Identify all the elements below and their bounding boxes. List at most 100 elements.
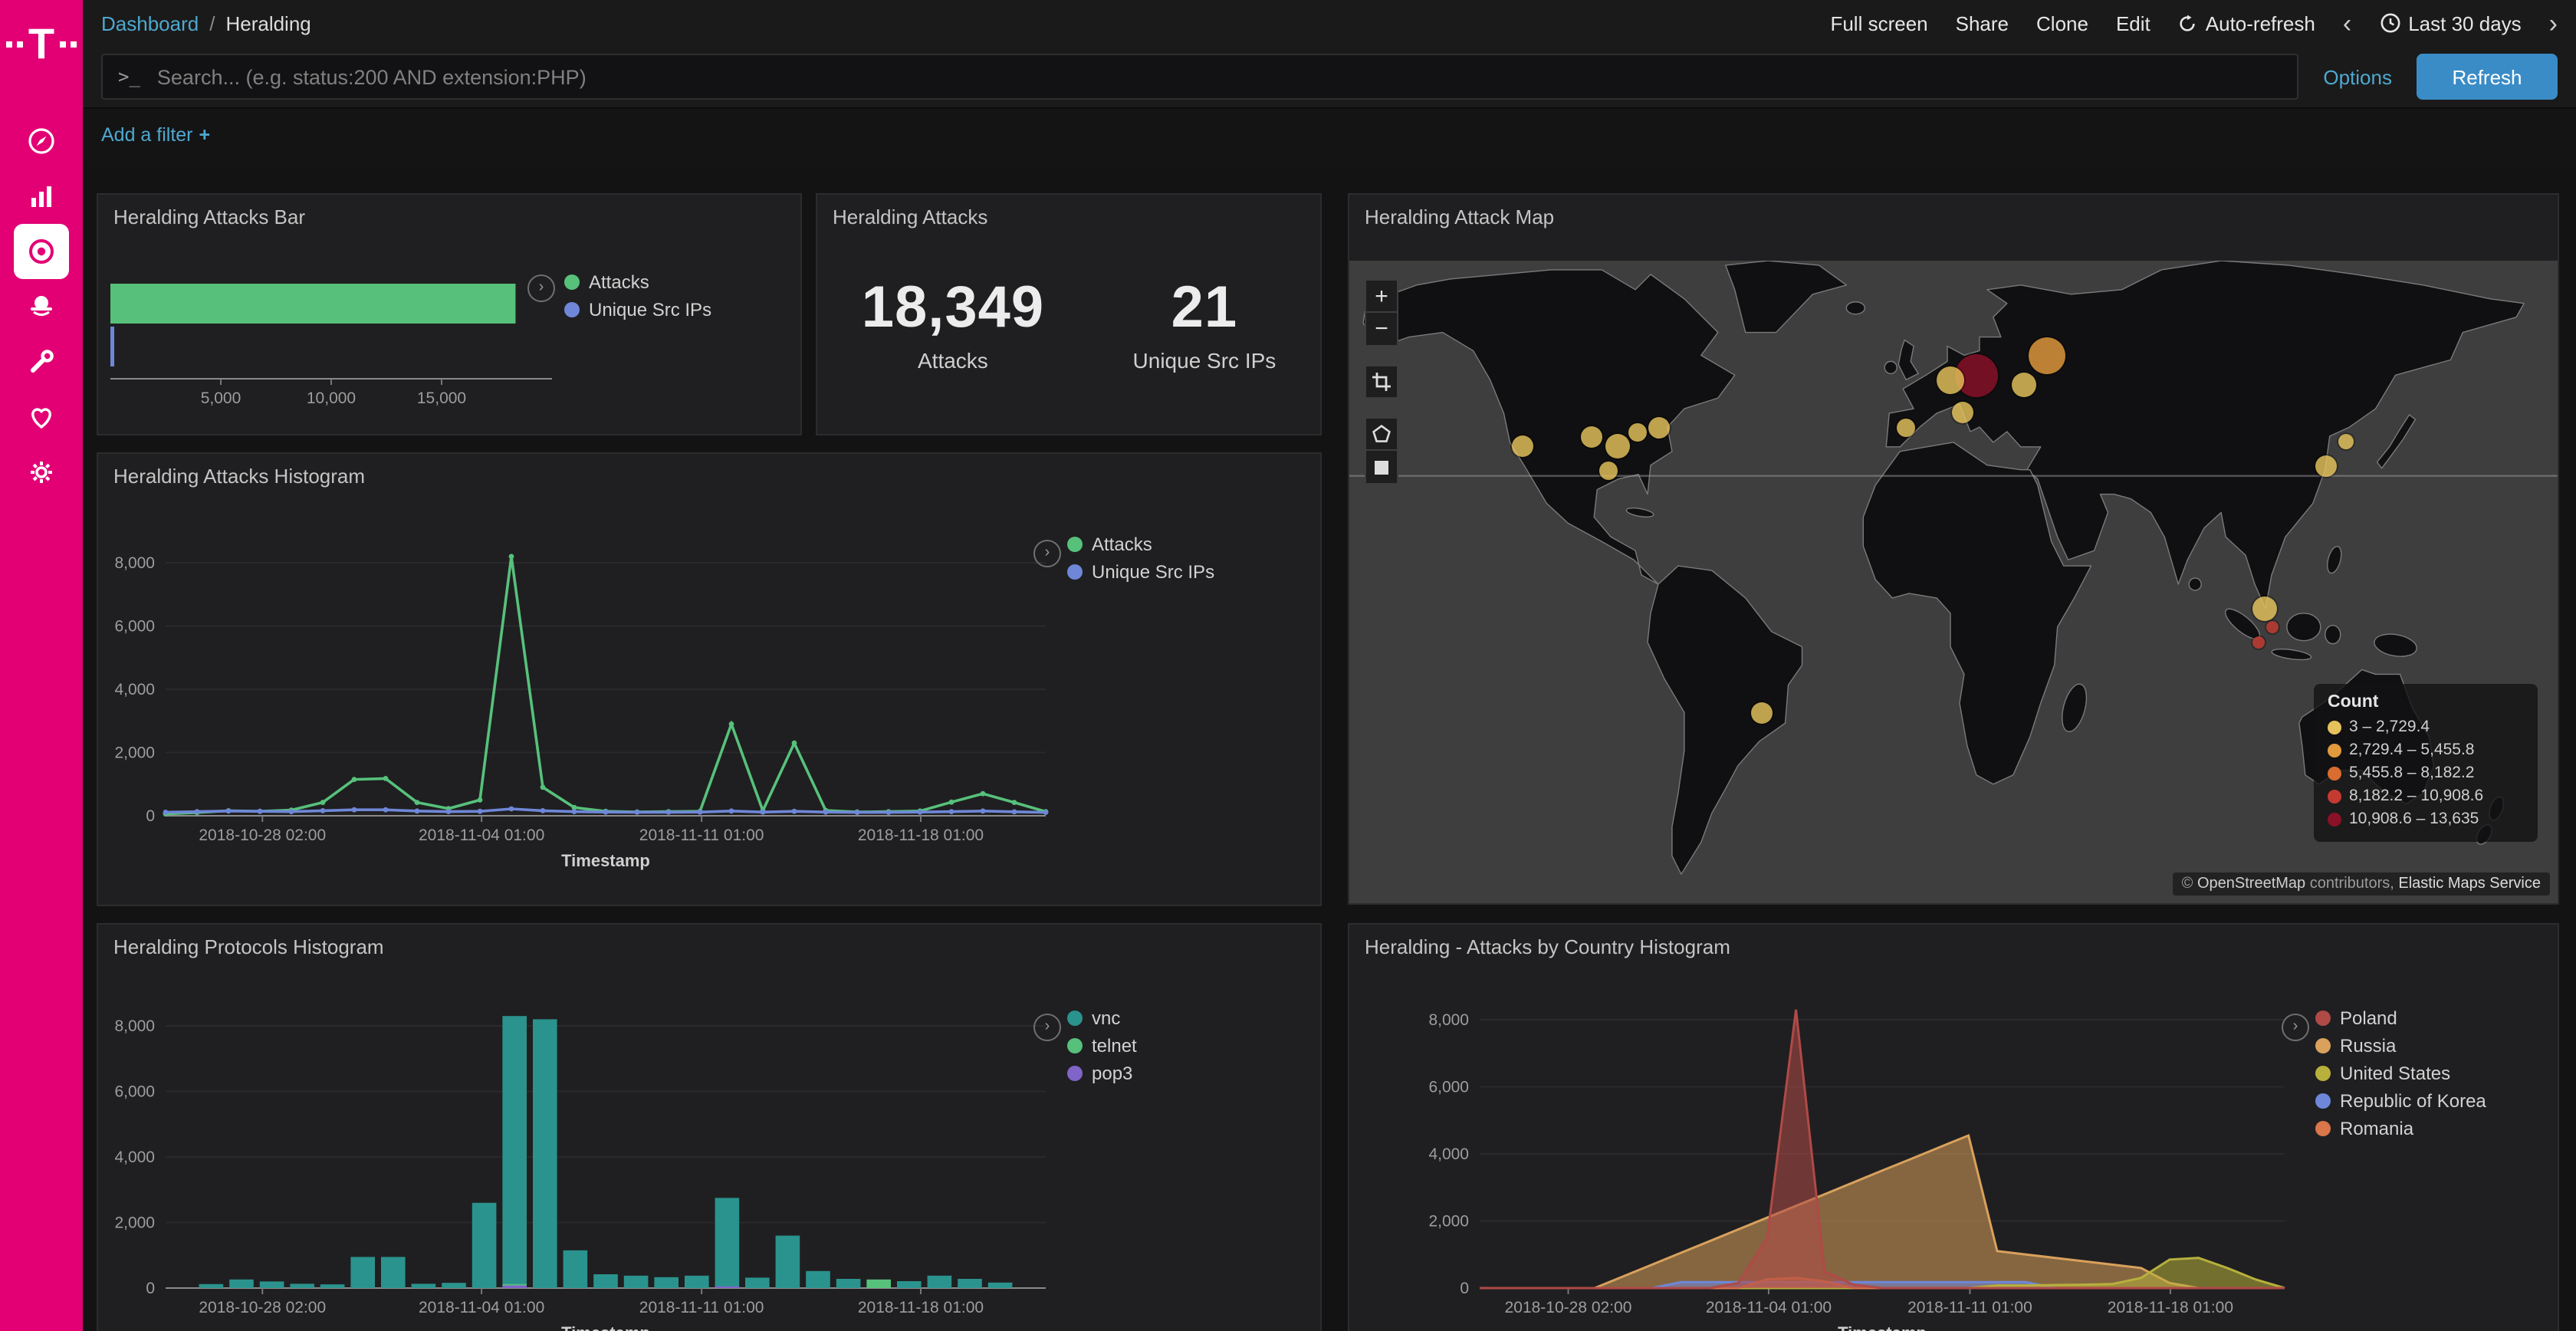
expand-legend-icon[interactable]: › xyxy=(1033,1014,1061,1041)
time-range-next-button[interactable]: › xyxy=(2549,13,2558,33)
zoom-in-button[interactable]: + xyxy=(1365,279,1398,313)
panel-attacks-metric: Heralding Attacks 18,349 Attacks 21 Uniq… xyxy=(816,193,1322,435)
map-marker[interactable] xyxy=(1629,423,1648,442)
chart-legend: Attacks Unique Src IPs xyxy=(564,271,711,327)
legend-color-dot xyxy=(2315,1066,2331,1081)
legend-item[interactable]: Russia xyxy=(2315,1035,2486,1057)
auto-refresh-button[interactable]: Auto-refresh xyxy=(2178,12,2315,35)
telekom-logo[interactable]: T xyxy=(0,18,83,71)
legend-item[interactable]: Attacks xyxy=(1067,534,1214,555)
svg-text:8,000: 8,000 xyxy=(114,1017,155,1035)
map-marker[interactable] xyxy=(1513,435,1534,457)
map-marker[interactable] xyxy=(2253,596,2278,620)
sidebar-item-compass[interactable] xyxy=(0,113,83,169)
breadcrumb-separator: / xyxy=(209,12,215,35)
svg-text:2018-10-28 02:00: 2018-10-28 02:00 xyxy=(1505,1299,1632,1316)
svg-text:2018-10-28 02:00: 2018-10-28 02:00 xyxy=(199,827,326,844)
polygon-tool-button[interactable] xyxy=(1365,417,1398,451)
sidebar-item-attack-map-selected[interactable] xyxy=(0,224,83,279)
legend-item[interactable]: Republic of Korea xyxy=(2315,1090,2486,1112)
panel-attack-map: Heralding Attack Map xyxy=(1348,193,2559,905)
svg-text:6,000: 6,000 xyxy=(114,618,155,636)
map-marker[interactable] xyxy=(2266,621,2279,633)
map-marker[interactable] xyxy=(2029,337,2066,374)
chart-legend: vnc telnet pop3 xyxy=(1067,1007,1137,1090)
breadcrumb-dashboard-link[interactable]: Dashboard xyxy=(101,12,199,35)
map-marker[interactable] xyxy=(2253,636,2266,649)
map-marker[interactable] xyxy=(1605,434,1630,458)
time-range-prev-button[interactable]: ‹ xyxy=(2343,13,2351,33)
metric-label: Unique Src IPs xyxy=(1133,348,1276,373)
crop-tool-button[interactable] xyxy=(1365,365,1398,399)
map-marker[interactable] xyxy=(2011,373,2036,397)
legend-label: 3 – 2,729.4 xyxy=(2349,718,2430,736)
legend-item[interactable]: Attacks xyxy=(564,271,711,293)
legend-item[interactable]: United States xyxy=(2315,1063,2486,1084)
metric-value: 21 xyxy=(1133,276,1276,342)
zoom-out-button[interactable]: − xyxy=(1365,313,1398,347)
map-marker[interactable] xyxy=(1752,702,1773,724)
legend-item[interactable]: Unique Src IPs xyxy=(1067,561,1214,583)
panel-title: Heralding Attacks Bar xyxy=(98,195,800,233)
legend-item[interactable]: Poland xyxy=(2315,1007,2486,1029)
legend-label: Attacks xyxy=(589,271,649,293)
sidebar-item-bar-chart[interactable] xyxy=(0,169,83,224)
legend-label: 2,729.4 – 5,455.8 xyxy=(2349,741,2475,759)
map-draw-controls xyxy=(1365,417,1398,485)
legend-label: Unique Src IPs xyxy=(1092,561,1214,583)
panel-attacks-bar: Heralding Attacks Bar 5,00010,00015,000 … xyxy=(97,193,802,435)
logo-dot xyxy=(59,41,65,48)
legend-item[interactable]: telnet xyxy=(1067,1035,1137,1057)
legend-item[interactable]: Unique Src IPs xyxy=(564,299,711,320)
topbar-actions: Full screen Share Clone Edit Auto-refres… xyxy=(1830,12,2558,35)
map-zoom-controls: + − xyxy=(1365,279,1398,347)
options-link[interactable]: Options xyxy=(2323,65,2392,88)
compass-icon xyxy=(26,126,57,156)
map-marker[interactable] xyxy=(1580,426,1602,448)
world-map[interactable]: + − xyxy=(1349,261,2558,903)
attribution-contributors: contributors, xyxy=(2305,876,2398,892)
share-button[interactable]: Share xyxy=(1956,12,2009,35)
legend-item[interactable]: Romania xyxy=(2315,1118,2486,1139)
legend-rows: 3 – 2,729.4 2,729.4 – 5,455.8 5,455.8 – 8,… xyxy=(2328,718,2524,828)
map-marker[interactable] xyxy=(1936,366,1963,393)
map-marker[interactable] xyxy=(1648,416,1669,438)
full-screen-button[interactable]: Full screen xyxy=(1830,12,1927,35)
selected-tile xyxy=(14,224,69,279)
map-marker[interactable] xyxy=(2315,455,2336,476)
edit-button[interactable]: Edit xyxy=(2116,12,2150,35)
search-input[interactable] xyxy=(154,64,2282,90)
panel-title: Heralding Protocols Histogram xyxy=(98,925,1320,963)
sidebar-item-settings[interactable] xyxy=(0,445,83,500)
svg-text:2018-11-18 01:00: 2018-11-18 01:00 xyxy=(858,827,984,844)
metric-group: 18,349 Attacks 21 Unique Src IPs xyxy=(817,233,1320,373)
map-marker[interactable] xyxy=(1598,461,1617,479)
map-marker[interactable] xyxy=(2338,433,2354,449)
time-range-picker[interactable]: Last 30 days xyxy=(2379,12,2521,35)
refresh-button[interactable]: Refresh xyxy=(2417,54,2558,100)
openstreetmap-link[interactable]: OpenStreetMap xyxy=(2197,876,2305,892)
legend-label: 10,908.6 – 13,635 xyxy=(2349,810,2479,828)
legend-item[interactable]: 3 – 2,729.4 xyxy=(2328,718,2524,736)
legend-item[interactable]: 10,908.6 – 13,635 xyxy=(2328,810,2524,828)
rectangle-tool-button[interactable] xyxy=(1365,451,1398,485)
add-filter-link[interactable]: Add a filter+ xyxy=(101,124,210,146)
clone-button[interactable]: Clone xyxy=(2036,12,2088,35)
sidebar-item-health[interactable] xyxy=(0,389,83,445)
sidebar-item-tools[interactable] xyxy=(0,334,83,389)
map-marker[interactable] xyxy=(1898,418,1916,436)
legend-item[interactable]: 8,182.2 – 10,908.6 xyxy=(2328,787,2524,805)
legend-item[interactable]: 5,455.8 – 8,182.2 xyxy=(2328,764,2524,782)
legend-label: United States xyxy=(2340,1063,2450,1084)
expand-legend-icon[interactable]: › xyxy=(1033,540,1061,567)
legend-item[interactable]: vnc xyxy=(1067,1007,1137,1029)
sidebar-item-spy[interactable] xyxy=(0,279,83,334)
legend-item[interactable]: pop3 xyxy=(1067,1063,1137,1084)
auto-refresh-label: Auto-refresh xyxy=(2206,12,2315,35)
expand-legend-icon[interactable]: › xyxy=(527,274,555,302)
legend-item[interactable]: 2,729.4 – 5,455.8 xyxy=(2328,741,2524,759)
map-marker[interactable] xyxy=(1953,403,1974,424)
legend-label: vnc xyxy=(1092,1007,1120,1029)
expand-legend-icon[interactable]: › xyxy=(2282,1014,2309,1041)
svg-text:2018-11-04 01:00: 2018-11-04 01:00 xyxy=(419,827,544,844)
